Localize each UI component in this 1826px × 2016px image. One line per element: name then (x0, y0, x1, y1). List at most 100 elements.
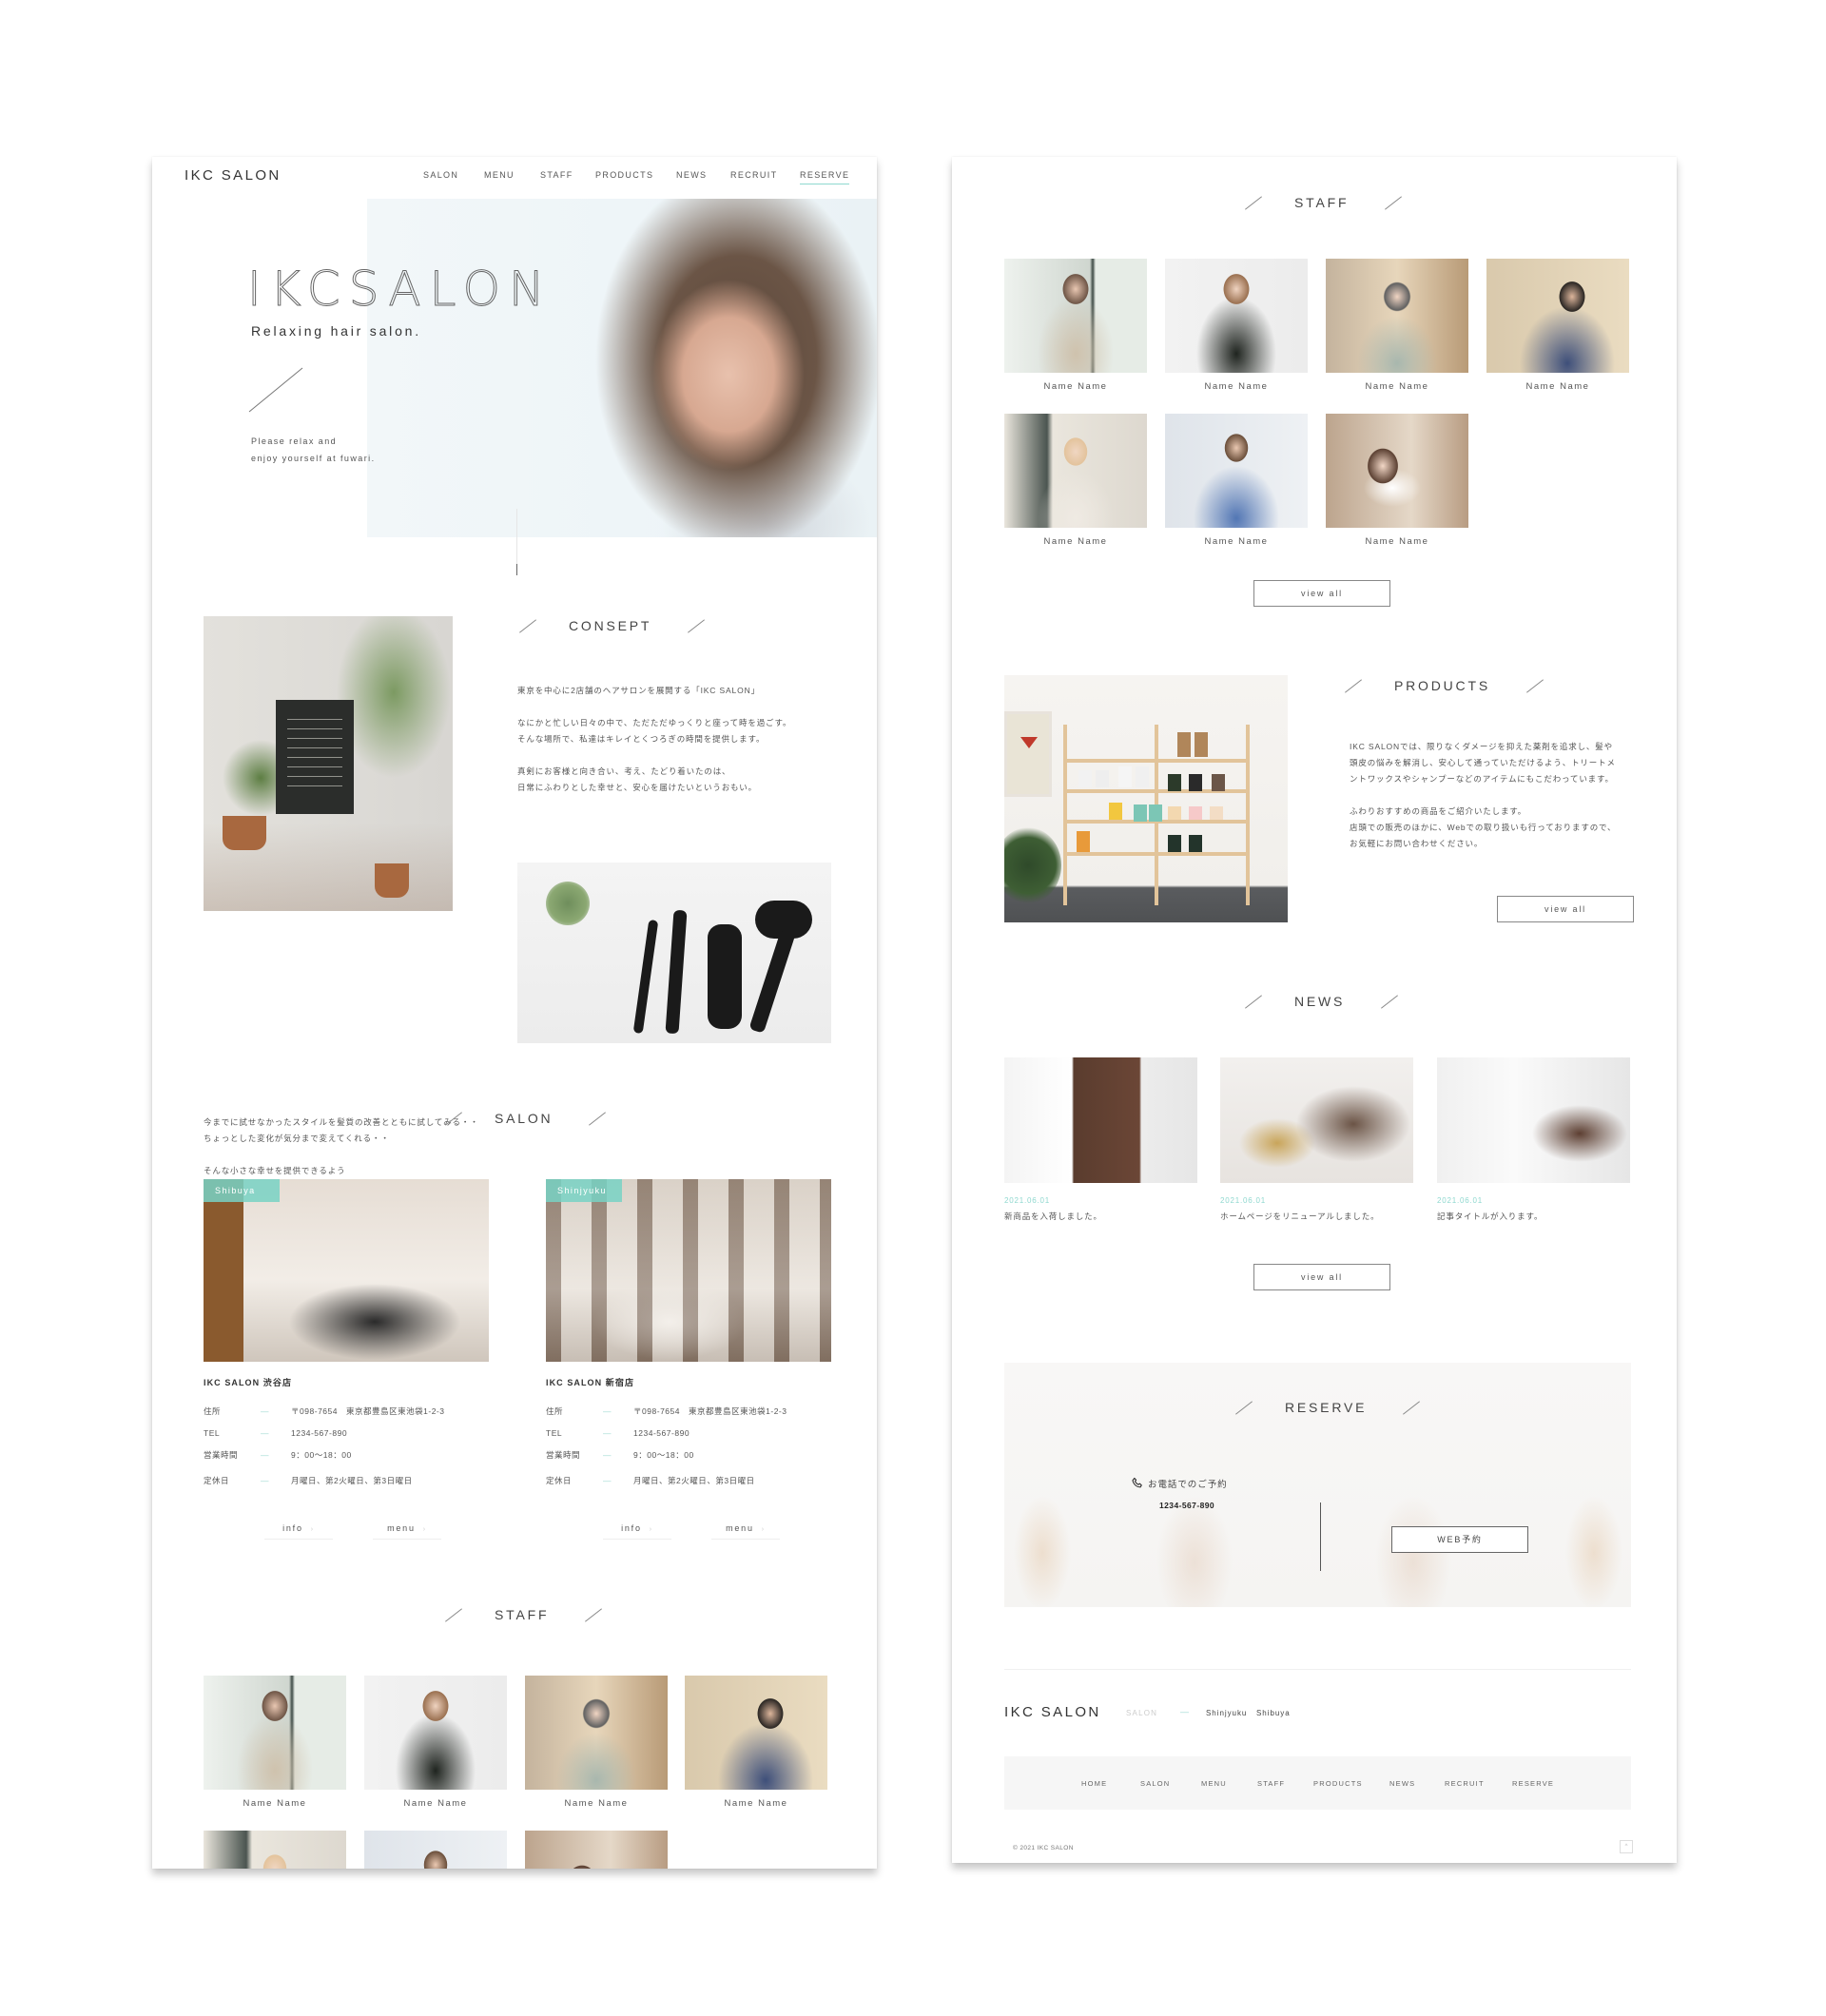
info-value: 月曜日、第2火曜日、第3日曜日 (633, 1475, 755, 1485)
reserve-divider (1320, 1502, 1321, 1571)
flower-pot (375, 863, 409, 898)
concept-line: なにかと忙しい日々の中で、ただただゆっくりと座って時を過ごす。 (517, 718, 792, 727)
concept-line: 今までに試せなかったスタイルを髪質の改善とともに試してみる・・ (204, 1117, 479, 1127)
info-dash: — (603, 1427, 612, 1438)
link-label: menu (387, 1523, 416, 1533)
product (1149, 804, 1162, 822)
info-dash: — (261, 1475, 270, 1485)
concept-image-storefront (204, 616, 453, 911)
salon-image-shinjyuku[interactable]: Shinjyuku (546, 1179, 831, 1362)
info-dash: — (261, 1427, 270, 1438)
product (1096, 770, 1109, 787)
staff-card[interactable]: Name Name (1326, 259, 1468, 392)
footer-nav-menu[interactable]: MENU (1201, 1779, 1227, 1788)
staff-name: Name Name (564, 1798, 629, 1809)
shibuya-menu-link[interactable]: menu › (373, 1523, 441, 1540)
nav-news[interactable]: NEWS (676, 170, 707, 180)
nav-products[interactable]: PRODUCTS (595, 170, 653, 180)
info-row: TEL — 1234-567-890 (546, 1422, 787, 1444)
staff-photo (525, 1676, 668, 1790)
footer-nav-recruit[interactable]: RECRUIT (1445, 1779, 1485, 1788)
staff-card[interactable] (204, 1831, 346, 1869)
shinjyuku-menu-link[interactable]: menu › (711, 1523, 780, 1540)
nav-salon[interactable]: SALON (423, 170, 458, 180)
salon-tag: Shibuya (204, 1179, 280, 1202)
salon-name: IKC SALON 新宿店 (546, 1378, 635, 1387)
news-card[interactable]: 2021.06.01 新商品を入荷しました。 (1004, 1057, 1197, 1222)
staff-card[interactable] (364, 1831, 507, 1869)
news-title[interactable]: 新商品を入荷しました。 (1004, 1211, 1197, 1222)
staff-card[interactable]: Name Name (1326, 414, 1468, 547)
staff-photo (1326, 259, 1468, 373)
salon-name: IKC SALON 渋谷店 (204, 1378, 293, 1387)
footer-nav-salon[interactable]: SALON (1140, 1779, 1170, 1788)
staff-card[interactable]: Name Name (1004, 414, 1147, 547)
footer-nav-products[interactable]: PRODUCTS (1313, 1779, 1363, 1788)
staff-card[interactable]: Name Name (204, 1676, 346, 1809)
staff-photo (204, 1831, 346, 1869)
staff-card[interactable] (525, 1831, 668, 1869)
staff-card[interactable]: Name Name (685, 1676, 827, 1809)
section-title: STAFF (1294, 195, 1350, 210)
staff-view-all-button[interactable]: view all (1253, 580, 1390, 607)
staff-card[interactable]: Name Name (1486, 259, 1629, 392)
phone-number[interactable]: 1234-567-890 (1159, 1501, 1214, 1510)
staff-card[interactable]: Name Name (1004, 259, 1147, 392)
staff-name: Name Name (403, 1798, 468, 1809)
page-top-preview: IKC SALON SALON MENU STAFF PRODUCTS NEWS… (152, 157, 877, 1869)
product (1109, 803, 1122, 820)
footer-dash: — (1180, 1707, 1189, 1716)
news-image (1220, 1057, 1413, 1183)
footer-logo[interactable]: IKC SALON (1004, 1704, 1101, 1720)
info-label: TEL (204, 1427, 221, 1438)
flower-pot (223, 816, 266, 850)
footer-nav-home[interactable]: HOME (1081, 1779, 1107, 1788)
footer-nav-staff[interactable]: STAFF (1257, 1779, 1285, 1788)
section-heading-salon: SALON (443, 1111, 604, 1126)
news-card[interactable]: 2021.06.01 記事タイトルが入ります。 (1437, 1057, 1630, 1222)
web-reserve-button[interactable]: WEB予約 (1391, 1526, 1528, 1553)
nav-staff[interactable]: STAFF (540, 170, 573, 180)
staff-card[interactable]: Name Name (364, 1676, 507, 1809)
nav-menu[interactable]: MENU (484, 170, 515, 180)
wall-poster (1004, 711, 1052, 797)
news-title[interactable]: ホームページをリニューアルしました。 (1220, 1211, 1413, 1222)
info-value: 9：00〜18：00 (291, 1449, 352, 1460)
staff-photo (364, 1676, 507, 1790)
concept-line: 日常にふわりとした幸せと、安心を届けたいというおもい。 (517, 783, 757, 792)
info-row: 営業時間 — 9：00〜18：00 (546, 1444, 787, 1465)
section-title: STAFF (495, 1607, 550, 1622)
news-view-all-button[interactable]: view all (1253, 1264, 1390, 1290)
shibuya-info-link[interactable]: info › (264, 1523, 333, 1540)
poster-graphic (1020, 737, 1038, 748)
staff-name: Name Name (1365, 536, 1429, 547)
shinjyuku-info-link[interactable]: info › (603, 1523, 671, 1540)
staff-card[interactable]: Name Name (1165, 414, 1308, 547)
salon-image-shibuya[interactable]: Shibuya (204, 1179, 489, 1362)
products-line: ントワックスやシャンプーなどのアイテムにもこだわっています。 (1350, 774, 1614, 784)
nav-recruit[interactable]: RECRUIT (730, 170, 777, 180)
footer-shop-shibuya[interactable]: Shibuya (1256, 1709, 1291, 1717)
staff-card[interactable]: Name Name (1165, 259, 1308, 392)
hero-subtitle: Relaxing hair salon. (251, 323, 421, 339)
nav-reserve[interactable]: RESERVE (800, 170, 850, 184)
concept-image-hair-tools (517, 863, 831, 1043)
slash-icon (1243, 995, 1260, 1008)
back-to-top-button[interactable]: ^ (1620, 1840, 1633, 1853)
footer-divider (1004, 1669, 1631, 1670)
products-view-all-button[interactable]: view all (1497, 896, 1634, 922)
shelf-board (1067, 759, 1246, 763)
news-title[interactable]: 記事タイトルが入ります。 (1437, 1211, 1630, 1222)
section-heading-staff: STAFF (443, 1607, 600, 1622)
hero-note-line: enjoy yourself at fuwari. (251, 454, 376, 463)
link-label: info (282, 1523, 303, 1533)
news-card[interactable]: 2021.06.01 ホームページをリニューアルしました。 (1220, 1057, 1413, 1222)
footer-nav-reserve[interactable]: RESERVE (1512, 1779, 1554, 1788)
news-image (1437, 1057, 1630, 1183)
link-label: menu (726, 1523, 754, 1533)
footer-shop-shinjyuku[interactable]: Shinjyuku (1206, 1709, 1247, 1717)
product (1168, 806, 1181, 820)
info-label: 営業時間 (546, 1449, 581, 1460)
footer-nav-news[interactable]: NEWS (1389, 1779, 1415, 1788)
staff-card[interactable]: Name Name (525, 1676, 668, 1809)
